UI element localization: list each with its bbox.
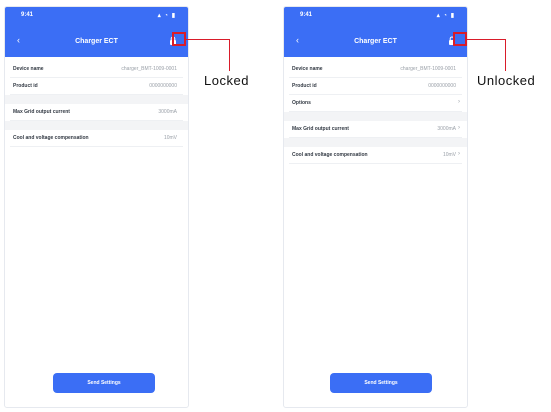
row-product-id: Product id 0000000000 [10,78,183,95]
callout-connector [186,39,230,40]
row-max-grid-output-current: Max Grid output current 3000mA [10,104,183,121]
row-label: Max Grid output current [292,126,349,132]
chevron-right-icon: › [458,151,460,157]
row-label: Cool and voltage compensation [292,152,368,158]
lock-highlight-box [172,32,186,46]
settings-list: Device name charger_BMT-1009-0001 Produc… [5,61,188,147]
section-divider [5,95,188,104]
section-divider [284,112,467,121]
unlock-highlight-box [453,32,467,46]
send-settings-button[interactable]: Send Settings [53,373,155,393]
status-time: 9:41 [21,12,34,18]
row-product-id: Product id 0000000000 [289,78,462,95]
status-icons: ▴ ◔ ▮ [436,13,455,19]
home-indicator [69,407,139,408]
row-value: 10mV [163,135,177,141]
phone-screen-locked: 9:41 ▴ ◔ ▮ ‹ Charger ECT Device name cha… [4,6,189,408]
row-label: Cool and voltage compensation [13,135,89,141]
callout-connector [229,39,230,71]
row-label: Device name [292,66,323,72]
status-icons: ▴ ◔ ▮ [157,13,176,19]
phone-screen-unlocked: 9:41 ▴ ◔ ▮ ‹ Charger ECT Device name cha… [283,6,468,408]
row-voltage-compensation: Cool and voltage compensation 10mV [10,130,183,147]
app-bar: 9:41 ▴ ◔ ▮ ‹ Charger ECT [5,7,188,57]
row-value: 0000000000 [149,83,177,89]
row-options[interactable]: Options › [289,95,462,112]
row-value: 3000mA [437,126,456,132]
page-title: Charger ECT [354,38,397,45]
row-label: Options [292,100,311,106]
row-value: 10mV [442,152,456,158]
chevron-right-icon: › [458,125,460,131]
chevron-right-icon: › [458,99,460,105]
row-label: Device name [13,66,44,72]
row-value: charger_BMT-1009-0001 [121,66,177,72]
callout-label-unlocked: Unlocked [477,73,536,88]
page-title: Charger ECT [75,38,118,45]
section-divider [5,121,188,130]
row-label: Product id [292,83,317,89]
row-value: 3000mA [158,109,177,115]
row-label: Max Grid output current [13,109,70,115]
send-settings-button[interactable]: Send Settings [330,373,432,393]
section-divider [284,138,467,147]
callout-connector [467,39,506,40]
callout-connector [505,39,506,71]
row-max-grid-output-current[interactable]: Max Grid output current 3000mA › [289,121,462,138]
row-value: charger_BMT-1009-0001 [400,66,456,72]
row-device-name: Device name charger_BMT-1009-0001 [10,61,183,78]
app-bar: 9:41 ▴ ◔ ▮ ‹ Charger ECT [284,7,467,57]
callout-label-locked: Locked [204,73,249,88]
row-voltage-compensation[interactable]: Cool and voltage compensation 10mV › [289,147,462,164]
status-time: 9:41 [300,12,313,18]
row-value: 0000000000 [428,83,456,89]
settings-list: Device name charger_BMT-1009-0001 Produc… [284,61,467,164]
row-device-name: Device name charger_BMT-1009-0001 [289,61,462,78]
row-label: Product id [13,83,38,89]
home-indicator [342,407,412,408]
